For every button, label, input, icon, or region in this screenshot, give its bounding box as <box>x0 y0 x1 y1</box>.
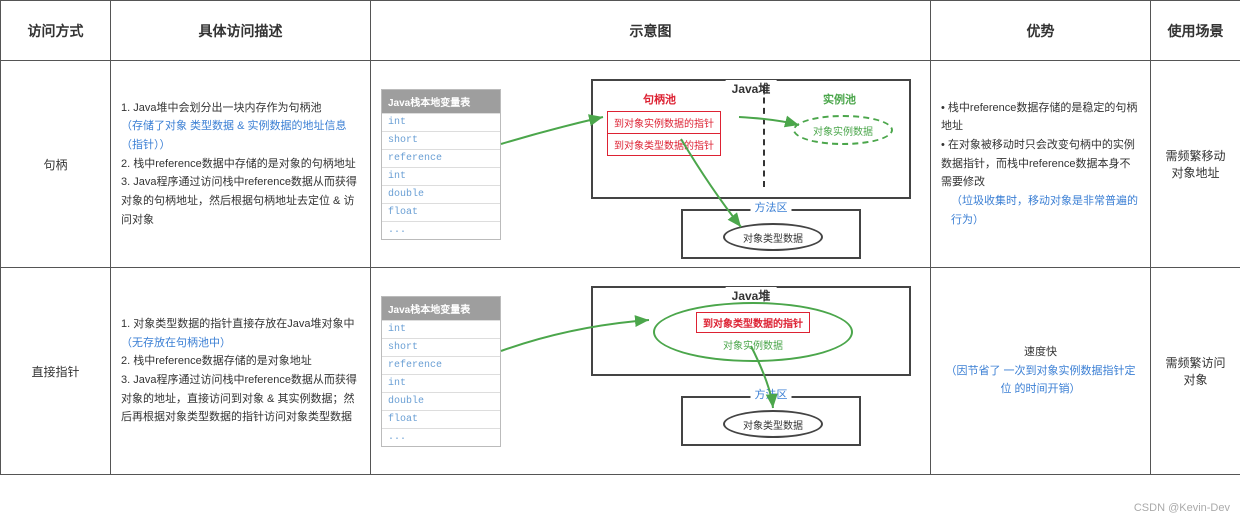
heap-box: Java堆 到对象类型数据的指针 对象实例数据 <box>591 286 911 376</box>
type-data-ellipse: 对象类型数据 <box>723 410 823 438</box>
stack-row: int <box>382 113 500 131</box>
desc-line: 2. 栈中reference数据存储的是对象地址 <box>121 352 360 371</box>
advantage-cell: 栈中reference数据存储的是稳定的句柄地址 在对象被移动时只会改变句柄中的… <box>931 61 1151 268</box>
stack-row: double <box>382 185 500 203</box>
advantage-cell: 速度快 （因节省了 一次到对象实例数据指针定位 的时间开销） <box>931 268 1151 475</box>
stack-row: int <box>382 374 500 392</box>
adv-line: 在对象被移动时只会改变句柄中的实例数据指针，而栈中reference数据本身不需… <box>941 136 1140 192</box>
divider-line <box>763 87 765 187</box>
col-method: 访问方式 <box>1 1 111 61</box>
adv-note: （垃圾收集时，移动对象是非常普遍的行为） <box>951 192 1140 229</box>
description-cell: 1. Java堆中会划分出一块内存作为句柄池 （存储了对象 类型数据 & 实例数… <box>111 61 371 268</box>
stack-title: Java栈本地变量表 <box>382 90 500 113</box>
instance-data-text: 对象实例数据 <box>723 337 783 352</box>
scenario-cell: 需频繁访问对象 <box>1151 268 1240 475</box>
stack-row: int <box>382 320 500 338</box>
handle-diagram: Java栈本地变量表 int short reference int doubl… <box>381 69 921 259</box>
heap-title: Java堆 <box>726 80 777 97</box>
stack-row: double <box>382 392 500 410</box>
type-data-ellipse: 对象类型数据 <box>723 223 823 251</box>
handle-ptr-type: 到对象类型数据的指针 <box>608 133 720 155</box>
adv-line: 速度快 <box>941 343 1140 362</box>
stack-title: Java栈本地变量表 <box>382 297 500 320</box>
table-row: 直接指针 1. 对象类型数据的指针直接存放在Java堆对象中 （无存放在句柄池中… <box>1 268 1240 475</box>
scenario-cell: 需频繁移动对象地址 <box>1151 61 1240 268</box>
method-label: 直接指针 <box>1 268 111 475</box>
stack-box: Java栈本地变量表 int short reference int doubl… <box>381 89 501 240</box>
col-desc: 具体访问描述 <box>111 1 371 61</box>
adv-note: （因节省了 一次到对象实例数据指针定位 的时间开销） <box>941 362 1140 399</box>
desc-line: 1. Java堆中会划分出一块内存作为句柄池 <box>121 99 360 118</box>
method-area-title: 方法区 <box>751 386 792 402</box>
description-cell: 1. 对象类型数据的指针直接存放在Java堆对象中 （无存放在句柄池中） 2. … <box>111 268 371 475</box>
desc-line: 2. 栈中reference数据中存储的是对象的句柄地址 <box>121 155 360 174</box>
instance-pool-label: 实例池 <box>823 91 856 107</box>
method-area-box: 方法区 对象类型数据 <box>681 209 861 259</box>
stack-row: short <box>382 338 500 356</box>
adv-line: 栈中reference数据存储的是稳定的句柄地址 <box>941 99 1140 136</box>
table-row: 句柄 1. Java堆中会划分出一块内存作为句柄池 （存储了对象 类型数据 & … <box>1 61 1240 268</box>
handle-table: 到对象实例数据的指针 到对象类型数据的指针 <box>607 111 721 156</box>
desc-note: （存储了对象 类型数据 & 实例数据的地址信息（指针）） <box>121 117 360 154</box>
diagram-cell: Java栈本地变量表 int short reference int doubl… <box>371 61 931 268</box>
stack-row: ... <box>382 428 500 446</box>
stack-box: Java栈本地变量表 int short reference int doubl… <box>381 296 501 447</box>
comparison-table: 访问方式 具体访问描述 示意图 优势 使用场景 句柄 1. Java堆中会划分出… <box>0 0 1240 475</box>
stack-row-reference: reference <box>382 356 500 374</box>
table-header-row: 访问方式 具体访问描述 示意图 优势 使用场景 <box>1 1 1240 61</box>
stack-row: short <box>382 131 500 149</box>
col-scenario: 使用场景 <box>1151 1 1240 61</box>
handle-pool-label: 句柄池 <box>643 91 676 107</box>
col-diagram: 示意图 <box>371 1 931 61</box>
instance-data-ellipse: 对象实例数据 <box>793 115 893 145</box>
object-ellipse: 到对象类型数据的指针 对象实例数据 <box>653 302 853 362</box>
desc-line: 3. Java程序通过访问栈中reference数据从而获得对象的地址，直接访问… <box>121 371 360 427</box>
col-advantage: 优势 <box>931 1 1151 61</box>
stack-row-reference: reference <box>382 149 500 167</box>
stack-row: ... <box>382 221 500 239</box>
desc-line: 1. 对象类型数据的指针直接存放在Java堆对象中 <box>121 315 360 334</box>
watermark: CSDN @Kevin-Dev <box>1134 502 1230 514</box>
direct-pointer-diagram: Java栈本地变量表 int short reference int doubl… <box>381 276 921 466</box>
method-label: 句柄 <box>1 61 111 268</box>
desc-line: 3. Java程序通过访问栈中reference数据从而获得对象的句柄地址，然后… <box>121 173 360 229</box>
handle-ptr-instance: 到对象实例数据的指针 <box>608 112 720 133</box>
method-area-box: 方法区 对象类型数据 <box>681 396 861 446</box>
heap-box: Java堆 句柄池 实例池 到对象实例数据的指针 到对象类型数据的指针 对象实例… <box>591 79 911 199</box>
stack-row: float <box>382 203 500 221</box>
method-area-title: 方法区 <box>751 199 792 215</box>
diagram-cell: Java栈本地变量表 int short reference int doubl… <box>371 268 931 475</box>
stack-row: float <box>382 410 500 428</box>
desc-note: （无存放在句柄池中） <box>121 334 360 353</box>
type-ptr-box: 到对象类型数据的指针 <box>696 312 810 333</box>
stack-row: int <box>382 167 500 185</box>
